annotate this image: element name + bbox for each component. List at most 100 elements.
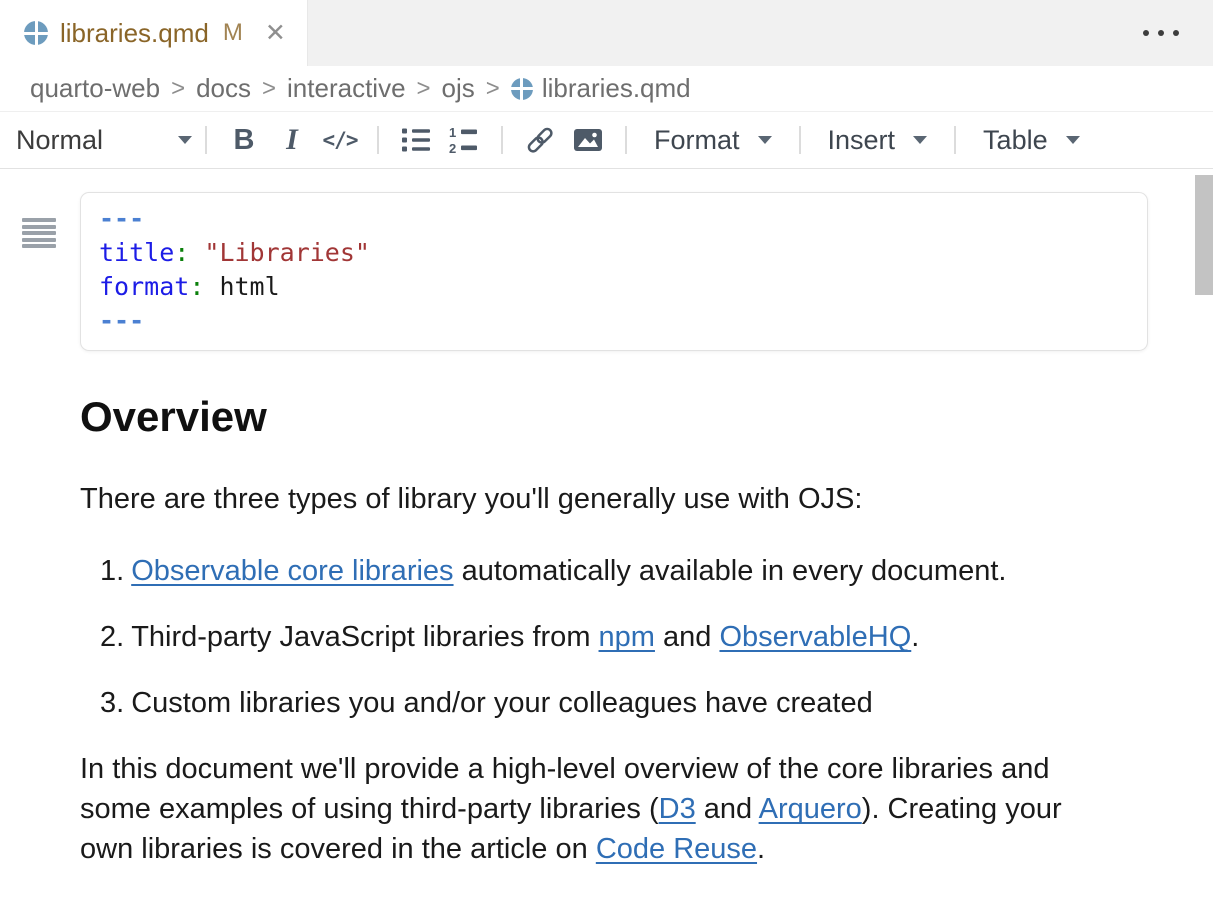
yaml-front-matter-block[interactable]: ---title: "Libraries"format: html---: [80, 192, 1148, 351]
text-run: [204, 272, 219, 301]
list-number: 2.: [100, 617, 124, 657]
chevron-right-icon: >: [262, 75, 276, 103]
insert-menu[interactable]: Insert: [814, 125, 942, 156]
paragraph-style-value: Normal: [16, 125, 103, 156]
toolbar-divider: [501, 126, 503, 154]
text-run: title: [99, 238, 174, 267]
image-button[interactable]: [564, 119, 612, 161]
doc-link[interactable]: D3: [659, 793, 696, 825]
dot-icon: [1158, 30, 1164, 36]
list-item: 2.Third-party JavaScript libraries from …: [80, 617, 1213, 657]
toolbar-divider: [625, 126, 627, 154]
more-actions-button[interactable]: [1137, 24, 1185, 42]
dot-icon: [1143, 30, 1149, 36]
section-heading: Overview: [80, 393, 1213, 441]
yaml-code-line: format: html: [99, 270, 1127, 304]
chevron-down-icon: [178, 136, 192, 144]
tab-title: libraries.qmd: [60, 18, 209, 49]
breadcrumb-item[interactable]: libraries.qmd: [511, 73, 691, 104]
list-item: 3.Custom libraries you and/or your colle…: [80, 683, 1213, 723]
list-item-text: Custom libraries you and/or your colleag…: [131, 683, 873, 723]
document-body: Overview There are three types of librar…: [80, 393, 1213, 869]
yaml-code-line: title: "Libraries": [99, 236, 1127, 270]
yaml-code-line: ---: [99, 202, 1127, 236]
toolbar-divider: [205, 126, 207, 154]
breadcrumb: quarto-web > docs > interactive > ojs > librarie…: [0, 66, 1213, 112]
numbered-list: 1.Observable core libraries automaticall…: [80, 551, 1213, 723]
link-button[interactable]: [516, 119, 564, 161]
bulleted-list-icon: [401, 127, 431, 153]
chevron-down-icon: [758, 136, 772, 144]
close-icon[interactable]: ✕: [265, 21, 286, 46]
doc-link[interactable]: Arquero: [759, 793, 862, 825]
svg-text:2: 2: [449, 141, 456, 154]
text-run: .: [757, 833, 765, 865]
tab-bar: libraries.qmd M ✕: [0, 0, 1213, 66]
format-menu-label: Format: [654, 125, 740, 156]
text-run: format: [99, 272, 189, 301]
vertical-scrollbar-thumb[interactable]: [1195, 175, 1213, 295]
text-run: ---: [99, 204, 144, 233]
breadcrumb-item[interactable]: ojs: [442, 73, 475, 104]
breadcrumb-label: docs: [196, 73, 251, 104]
list-item-text: Observable core libraries automatically …: [131, 551, 1006, 591]
breadcrumb-label: ojs: [442, 73, 475, 104]
closing-paragraph: In this document we'll provide a high-le…: [80, 749, 1100, 869]
breadcrumb-item[interactable]: docs: [196, 73, 251, 104]
quarto-file-icon: [511, 78, 533, 100]
text-run: Custom libraries you and/or your colleag…: [131, 687, 873, 719]
bulleted-list-button[interactable]: [392, 119, 440, 161]
doc-link[interactable]: ObservableHQ: [719, 621, 911, 653]
doc-link[interactable]: Observable core libraries: [131, 555, 453, 587]
list-item-text: Third-party JavaScript libraries from np…: [131, 617, 919, 657]
block-drag-handle-icon[interactable]: [22, 218, 56, 251]
text-run: .: [911, 621, 919, 653]
format-menu[interactable]: Format: [640, 125, 786, 156]
text-run: :: [174, 238, 189, 267]
text-run: "Libraries": [204, 238, 370, 267]
breadcrumb-label: quarto-web: [30, 73, 160, 104]
chevron-right-icon: >: [417, 75, 431, 103]
text-run: and: [655, 621, 720, 653]
breadcrumb-item[interactable]: quarto-web: [30, 73, 160, 104]
bold-button[interactable]: B: [220, 119, 268, 161]
quarto-file-icon: [24, 21, 48, 45]
toolbar-divider: [954, 126, 956, 154]
intro-paragraph: There are three types of library you'll …: [80, 479, 1100, 519]
numbered-list-button[interactable]: 1 2: [440, 119, 488, 161]
tab-bar-spacer: [308, 0, 1213, 66]
text-run: automatically available in every documen…: [454, 555, 1007, 587]
table-menu-label: Table: [983, 125, 1048, 156]
toolbar-divider: [799, 126, 801, 154]
table-menu[interactable]: Table: [969, 125, 1094, 156]
chevron-right-icon: >: [171, 75, 185, 103]
breadcrumb-label: interactive: [287, 73, 406, 104]
text-run: Third-party JavaScript libraries from: [131, 621, 598, 653]
insert-menu-label: Insert: [828, 125, 896, 156]
editor-canvas: ---title: "Libraries"format: html--- Ove…: [0, 192, 1213, 912]
chevron-down-icon: [913, 136, 927, 144]
tab-libraries-qmd[interactable]: libraries.qmd M ✕: [0, 0, 308, 66]
dot-icon: [1173, 30, 1179, 36]
text-run: ---: [99, 306, 144, 335]
chevron-right-icon: >: [486, 75, 500, 103]
image-icon: [573, 127, 603, 153]
doc-link[interactable]: Code Reuse: [596, 833, 757, 865]
list-item: 1.Observable core libraries automaticall…: [80, 551, 1213, 591]
breadcrumb-label: libraries.qmd: [542, 73, 691, 104]
yaml-code-line: ---: [99, 304, 1127, 338]
text-run: html: [219, 272, 279, 301]
italic-button[interactable]: I: [268, 119, 316, 161]
doc-link[interactable]: npm: [599, 621, 655, 653]
text-run: and: [696, 793, 759, 825]
list-number: 1.: [100, 551, 124, 591]
editor-toolbar: Normal B I </> 1 2: [0, 112, 1213, 169]
code-button[interactable]: </>: [316, 119, 364, 161]
numbered-list-icon: 1 2: [449, 126, 479, 154]
paragraph-style-select[interactable]: Normal: [16, 125, 192, 156]
list-number: 3.: [100, 683, 124, 723]
link-icon: [523, 125, 557, 155]
svg-text:1: 1: [449, 126, 456, 140]
breadcrumb-item[interactable]: interactive: [287, 73, 406, 104]
text-run: There are three types of library you'll …: [80, 483, 862, 515]
